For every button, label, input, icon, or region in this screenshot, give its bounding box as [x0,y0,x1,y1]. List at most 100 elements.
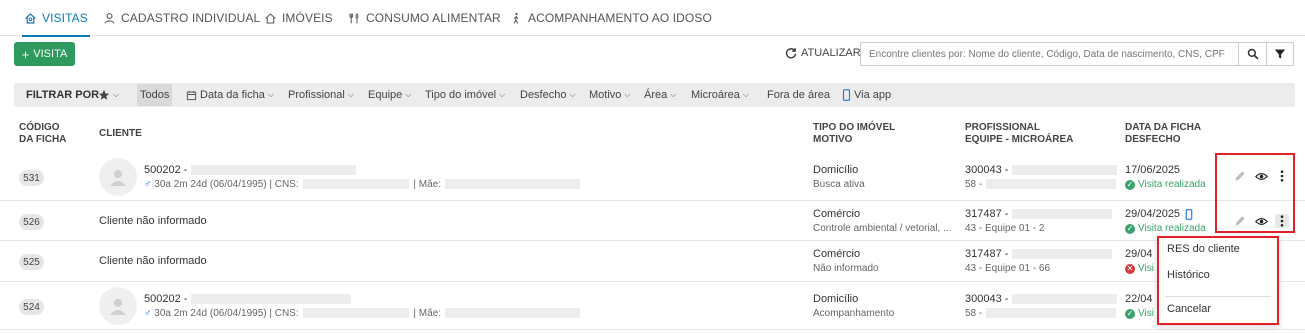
client-id: 500202 - [144,164,357,176]
client-info-text: 30a 2m 24d (06/04/1995) | CNS: [154,308,299,319]
atualizar-button[interactable]: ATUALIZAR [785,44,861,62]
prof-text: 300043 - [965,293,1009,305]
desfecho-status: ✓ Visita realizada [1125,179,1206,190]
calendar-icon [186,90,197,100]
filter-profissional-label: Profissional [288,89,345,101]
chevron-down-icon: ⌵ [624,90,631,99]
chevron-down-icon: ⌵ [347,90,354,99]
chevron-down-icon: ⌵ [267,90,274,99]
filter-area[interactable]: Área ⌵ [644,83,676,107]
filter-data-ficha-label: Data da ficha [200,89,265,101]
filter-desfecho[interactable]: Desfecho ⌵ [520,83,576,107]
prof-text: 317487 - [965,248,1009,260]
client-name: Cliente não informado [99,255,207,267]
header-codigo-line1: CÓDIGO [19,122,60,133]
avatar [99,158,137,196]
motivo: Acompanhamento [813,308,895,319]
client-info-text: 30a 2m 24d (06/04/1995) | CNS: [154,179,299,190]
redacted-cns [302,308,409,319]
add-visita-button[interactable]: + VISITA [14,42,75,66]
refresh-icon [785,48,797,59]
redacted-name [191,294,352,305]
desfecho-status: ✓ Visita realizada [1125,223,1206,234]
filter-bar: FILTRAR POR ⌵ Todos Data da ficha ⌵ Prof… [14,83,1295,107]
smartphone-icon [1185,208,1193,220]
menu-item-cancelar[interactable]: Cancelar [1167,303,1211,315]
filter-microarea-label: Microárea [691,89,740,101]
tab-acompanhamento-idoso[interactable]: ACOMPANHAMENTO AO IDOSO [510,0,712,36]
tipo-imovel: Domicílio [813,164,859,176]
profissional: 300043 - [965,293,1118,305]
check-circle-icon: ✓ [1125,223,1135,234]
data-ficha: 29/04 [1125,248,1153,260]
filter-profissional[interactable]: Profissional ⌵ [288,83,354,107]
desfecho-text: Visita realizada [1138,223,1206,234]
tab-imoveis[interactable]: IMÓVEIS [264,0,333,36]
header-tipo-imovel: TIPO DO IMÓVEL MOTIVO [813,122,895,146]
star-icon [98,89,110,100]
redacted-equipe [986,179,1117,190]
filter-equipe[interactable]: Equipe ⌵ [368,83,411,107]
filter-button[interactable] [1266,42,1294,66]
table-row[interactable]: 525 Cliente não informado Comércio Não i… [0,241,1305,282]
filter-via-app[interactable]: Via app [842,83,891,107]
user-avatar-icon [110,170,126,186]
user-avatar-icon [110,299,126,315]
check-circle-icon: ✓ [1125,308,1135,319]
tab-consumo-label: CONSUMO ALIMENTAR [366,11,501,25]
desfecho-text: Visi [1138,308,1154,319]
data-ficha: 29/04/2025 [1125,208,1193,220]
filter-tipo-imovel[interactable]: Tipo do imóvel ⌵ [425,83,505,107]
desfecho-text: Visita realizada [1138,179,1206,190]
table-row[interactable]: 524 500202 - ♂ 30a 2m 24d (06/04/1995) |… [0,282,1305,330]
check-circle-icon: ✓ [1125,179,1135,190]
desfecho-text: Visi [1138,263,1154,274]
filter-microarea[interactable]: Microárea ⌵ [691,83,749,107]
search-icon [1247,48,1258,60]
header-data-line1: DATA DA FICHA [1125,122,1202,133]
filter-data-ficha[interactable]: Data da ficha ⌵ [186,83,274,107]
header-codigo: CÓDIGO DA FICHA [19,122,66,146]
code-badge: 525 [19,254,44,270]
equipe-text: 58 - [965,308,983,319]
desfecho-status: ✓ Visi [1125,308,1154,319]
menu-divider [1165,296,1271,297]
profissional: 317487 - [965,208,1113,220]
redacted-mae [445,308,581,319]
favorites-filter[interactable]: ⌵ [98,83,119,107]
filter-fora-de-area[interactable]: Fora de área [767,83,830,107]
data-ficha: 22/04 [1125,293,1153,305]
tab-cadastro-individual[interactable]: CADASTRO INDIVIDUAL [103,0,260,36]
filter-todos[interactable]: Todos [137,84,173,106]
filter-via-app-label: Via app [854,89,892,101]
tab-consumo-alimentar[interactable]: CONSUMO ALIMENTAR [348,0,501,36]
chevron-down-icon: ⌵ [499,90,506,99]
client-id-text: 500202 - [144,164,188,176]
table-row[interactable]: 531 500202 - ♂ 30a 2m 24d (06/04/1995) |… [0,153,1305,201]
table-row[interactable]: 526 Cliente não informado Comércio Contr… [0,201,1305,241]
code-badge: 524 [19,299,44,315]
prof-text: 317487 - [965,208,1009,220]
menu-item-historico[interactable]: Histórico [1167,269,1210,281]
client-mae-text: | Mãe: [413,308,442,319]
redacted-cns [302,179,409,190]
tab-imoveis-label: IMÓVEIS [282,11,333,25]
tab-visitas[interactable]: VISITAS [22,0,90,37]
male-icon: ♂ [144,308,152,319]
header-prof-line2: EQUIPE - MICROÁREA [965,134,1074,145]
motivo: Busca ativa [813,179,865,190]
atualizar-label: ATUALIZAR [801,47,861,59]
filter-motivo-label: Motivo [589,89,622,101]
walking-icon [513,12,519,24]
context-menu: RES do cliente Histórico Cancelar [1157,236,1279,325]
header-data-ficha: DATA DA FICHA DESFECHO [1125,122,1201,146]
search-button[interactable] [1238,42,1267,66]
x-circle-icon: ✕ [1125,263,1135,274]
tab-cadastro-label: CADASTRO INDIVIDUAL [121,11,261,25]
filter-motivo[interactable]: Motivo ⌵ [589,83,630,107]
search-input[interactable] [860,42,1239,66]
tab-bar: VISITAS CADASTRO INDIVIDUAL IMÓVEIS CONS… [0,0,1305,37]
chevron-down-icon: ⌵ [405,90,412,99]
menu-item-res-cliente[interactable]: RES do cliente [1167,243,1240,255]
equipe-microarea: 43 - Equipe 01 - 2 [965,223,1045,234]
